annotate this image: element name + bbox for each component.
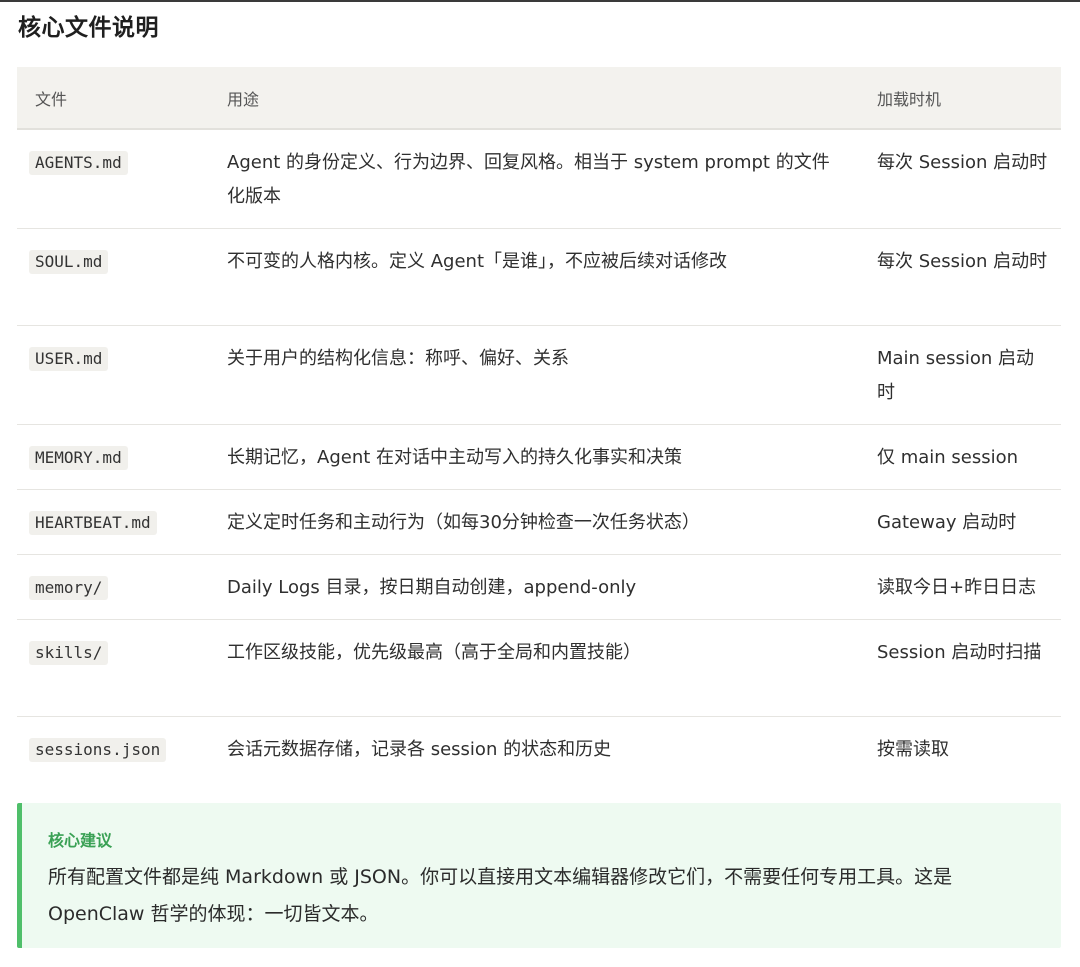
file-name-code: memory/ (29, 576, 109, 600)
page-title: 核心文件说明 (18, 15, 159, 41)
timing-cell: 读取今日+昨日日志 (859, 554, 1061, 620)
file-cell: USER.md (17, 325, 209, 425)
file-cell: HEARTBEAT.md (17, 489, 209, 555)
file-cell: sessions.json (17, 717, 209, 782)
column-header-purpose: 用途 (209, 67, 859, 130)
purpose-cell: 定义定时任务和主动行为（如每30分钟检查一次任务状态） (209, 489, 859, 555)
table-row: AGENTS.md Agent 的身份定义、行为边界、回复风格。相当于 syst… (17, 129, 1061, 229)
table-row: USER.md 关于用户的结构化信息：称呼、偏好、关系 Main session… (17, 325, 1061, 425)
file-name-code: sessions.json (29, 738, 167, 762)
purpose-cell: 长期记忆，Agent 在对话中主动写入的持久化事实和决策 (209, 424, 859, 490)
timing-cell: 按需读取 (877, 739, 949, 760)
purpose-cell: 工作区级技能，优先级最高（高于全局和内置技能） (209, 619, 859, 717)
timing-cell: 每次 Session 启动时 (859, 129, 1061, 229)
table-header-row: 文件 用途 加载时机 (17, 67, 1061, 130)
timing-cell: Session 启动时扫描 (859, 619, 1061, 717)
table-row: MEMORY.md 长期记忆，Agent 在对话中主动写入的持久化事实和决策 仅… (17, 424, 1061, 490)
timing-cell: 每次 Session 启动时 (859, 228, 1061, 326)
purpose-cell: 关于用户的结构化信息：称呼、偏好、关系 (209, 325, 859, 425)
file-cell: MEMORY.md (17, 424, 209, 490)
file-cell: memory/ (17, 554, 209, 620)
file-name-code: skills/ (29, 641, 109, 665)
table-row: SOUL.md 不可变的人格内核。定义 Agent「是谁」，不应被后续对话修改 … (17, 228, 1061, 326)
core-files-table: 文件 用途 加载时机 AGENTS.md Agent 的身份定义、行为边界、回复… (17, 67, 1061, 781)
timing-cell: Main session 启动时 (859, 325, 1061, 425)
file-name-code: SOUL.md (29, 250, 109, 274)
top-divider (0, 0, 1080, 2)
timing-cell: Gateway 启动时 (859, 489, 1061, 555)
table-row: sessions.json 会话元数据存储，记录各 session 的状态和历史… (17, 717, 1061, 782)
purpose-cell: Daily Logs 目录，按日期自动创建，append-only (209, 554, 859, 620)
purpose-cell: 会话元数据存储，记录各 session 的状态和历史 (227, 739, 612, 760)
table-row: skills/ 工作区级技能，优先级最高（高于全局和内置技能） Session … (17, 619, 1061, 717)
tip-body: 所有配置文件都是纯 Markdown 或 JSON。你可以直接用文本编辑器修改它… (48, 866, 953, 925)
table-row: HEARTBEAT.md 定义定时任务和主动行为（如每30分钟检查一次任务状态）… (17, 489, 1061, 555)
file-name-code: USER.md (29, 347, 109, 371)
tip-callout: 核心建议 所有配置文件都是纯 Markdown 或 JSON。你可以直接用文本编… (17, 803, 1061, 948)
file-name-code: HEARTBEAT.md (29, 511, 157, 535)
file-name-code: MEMORY.md (29, 446, 128, 470)
timing-cell: 仅 main session (859, 424, 1061, 490)
table-row: memory/ Daily Logs 目录，按日期自动创建，append-onl… (17, 554, 1061, 620)
tip-title: 核心建议 (48, 831, 113, 850)
file-cell: AGENTS.md (17, 129, 209, 229)
purpose-cell: Agent 的身份定义、行为边界、回复风格。相当于 system prompt … (209, 129, 859, 229)
purpose-cell: 不可变的人格内核。定义 Agent「是谁」，不应被后续对话修改 (209, 228, 859, 326)
file-cell: skills/ (17, 619, 209, 717)
column-header-timing: 加载时机 (859, 67, 1061, 130)
column-header-file: 文件 (17, 67, 209, 130)
file-cell: SOUL.md (17, 228, 209, 326)
file-name-code: AGENTS.md (29, 151, 128, 175)
